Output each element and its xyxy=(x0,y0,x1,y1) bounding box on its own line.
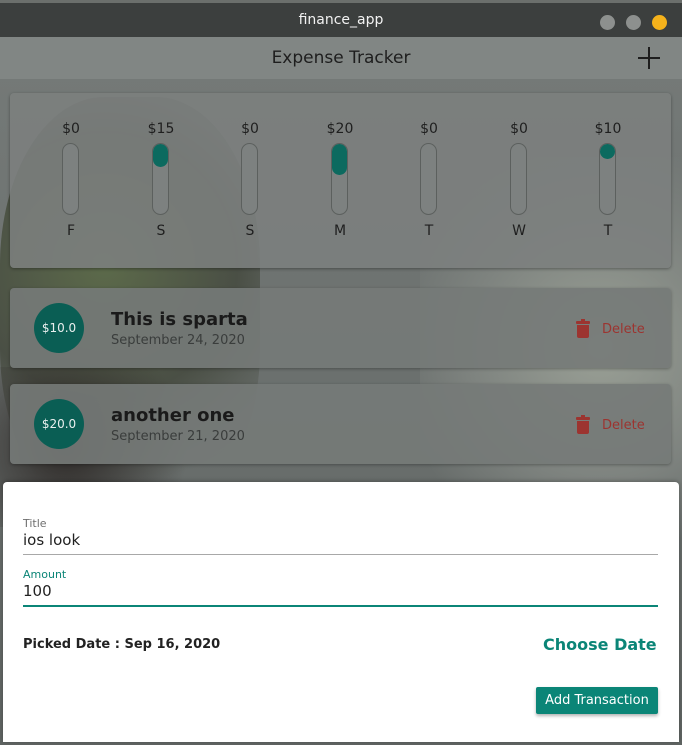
title-input[interactable]: ios look xyxy=(23,531,658,555)
bar-track xyxy=(241,143,258,215)
bar-day: T xyxy=(424,223,434,239)
add-transaction-button[interactable]: Add Transaction xyxy=(536,687,658,714)
bar-day: T xyxy=(603,223,613,239)
bar-fill xyxy=(153,144,168,168)
title-field[interactable]: Title ios look xyxy=(23,517,658,555)
amount-label: Amount xyxy=(23,568,67,581)
amount-avatar: $20.0 xyxy=(34,399,84,449)
bar-track xyxy=(510,143,527,215)
bar-day: M xyxy=(333,223,347,239)
window-title: finance_app xyxy=(298,12,384,28)
delete-label: Delete xyxy=(602,321,645,337)
title-label: Title xyxy=(23,517,47,530)
app-bar: Expense Tracker xyxy=(0,37,682,79)
minimize-button[interactable] xyxy=(600,15,615,30)
trash-icon xyxy=(576,319,590,338)
amount-input[interactable]: 100 xyxy=(23,582,658,607)
bar-track xyxy=(331,143,348,215)
transaction-title: another one xyxy=(111,405,235,426)
bar-track xyxy=(420,143,437,215)
transaction-title: This is sparta xyxy=(111,309,248,330)
app-title: Expense Tracker xyxy=(271,48,411,68)
choose-date-button[interactable]: Choose Date xyxy=(543,635,657,654)
close-button[interactable] xyxy=(652,15,667,30)
bar-amount: $10 xyxy=(594,121,622,137)
bar-day: F xyxy=(66,223,76,239)
maximize-button[interactable] xyxy=(626,15,641,30)
bar-amount: $0 xyxy=(62,121,80,137)
new-transaction-sheet: Title ios look Amount 100 Picked Date : … xyxy=(3,482,679,742)
bar-fill xyxy=(600,144,615,160)
bar-fill xyxy=(332,144,347,175)
transaction-date: September 21, 2020 xyxy=(111,429,245,444)
picked-date-text: Picked Date : Sep 16, 2020 xyxy=(23,637,221,652)
bar-day: S xyxy=(156,223,166,239)
window-titlebar: finance_app xyxy=(0,0,682,37)
amount-field[interactable]: Amount 100 xyxy=(23,568,658,607)
bar-amount: $20 xyxy=(326,121,354,137)
amount-avatar: $10.0 xyxy=(34,303,84,353)
delete-button[interactable]: Delete xyxy=(576,415,645,435)
bar-amount: $15 xyxy=(147,121,175,137)
bar-track xyxy=(62,143,79,215)
bar-track xyxy=(152,143,169,215)
delete-label: Delete xyxy=(602,417,645,433)
bar-day: S xyxy=(245,223,255,239)
transaction-date: September 24, 2020 xyxy=(111,333,245,348)
plus-icon[interactable] xyxy=(636,45,662,71)
bar-day: W xyxy=(512,223,526,239)
bar-amount: $0 xyxy=(420,121,438,137)
transaction-item: $10.0 This is sparta September 24, 2020 … xyxy=(10,288,671,368)
bar-amount: $0 xyxy=(241,121,259,137)
trash-icon xyxy=(576,415,590,434)
bar-track xyxy=(599,143,616,215)
delete-button[interactable]: Delete xyxy=(576,319,645,339)
transaction-item: $20.0 another one September 21, 2020 Del… xyxy=(10,384,671,464)
bar-amount: $0 xyxy=(510,121,528,137)
weekly-chart: $0 F $15 S $0 S $20 M $0 T $0 W $10 T xyxy=(10,93,671,268)
